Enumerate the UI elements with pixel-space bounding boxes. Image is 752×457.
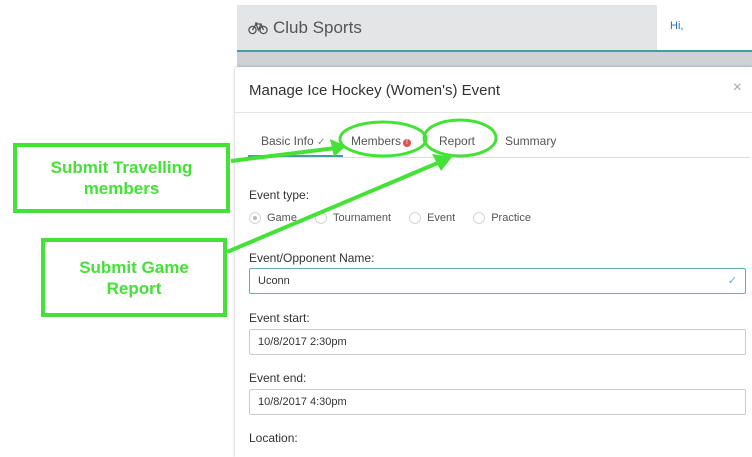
opponent-name-label: Event/Opponent Name: xyxy=(249,251,375,265)
radio-button[interactable] xyxy=(409,212,422,224)
event-type-radio-group: Game Tournament Event Practice xyxy=(249,212,549,224)
valid-check-icon: ✓ xyxy=(727,275,737,287)
app-brand[interactable]: Club Sports xyxy=(248,18,362,38)
close-icon[interactable]: × xyxy=(733,79,742,97)
active-tab-indicator xyxy=(248,155,343,157)
manage-event-modal: Manage Ice Hockey (Women's) Event × Basi… xyxy=(235,67,752,457)
radio-button[interactable] xyxy=(314,212,327,224)
event-tabs: Basic Info ✓ Members! Report Summary xyxy=(248,124,750,158)
location-label: Location: xyxy=(249,431,298,445)
tab-label: Report xyxy=(439,134,476,148)
event-end-label: Event end: xyxy=(249,371,307,385)
event-start-label: Event start: xyxy=(249,311,310,325)
modal-title: Manage Ice Hockey (Women's) Event xyxy=(249,82,501,99)
tab-label: Members xyxy=(351,134,402,148)
bicycle-icon xyxy=(248,22,268,35)
opponent-name-input[interactable]: Uconn ✓ xyxy=(249,268,746,294)
tab-members[interactable]: Members! xyxy=(351,134,412,148)
alert-badge: ! xyxy=(403,139,412,147)
radio-label: Tournament xyxy=(332,212,392,224)
callout-line: Report xyxy=(106,278,162,298)
app-header: Club Sports Hi, xyxy=(237,5,752,52)
radio-button[interactable] xyxy=(249,212,261,224)
radio-button[interactable] xyxy=(473,212,486,224)
user-greeting[interactable]: Hi, xyxy=(670,20,683,32)
tab-summary[interactable]: Summary xyxy=(505,134,556,148)
event-type-label: Event type: xyxy=(249,188,310,202)
radio-option-tournament[interactable]: Tournament xyxy=(314,212,392,224)
radio-option-practice[interactable]: Practice xyxy=(473,212,531,224)
callout-submit-members: Submit Travelling members xyxy=(13,143,230,213)
tab-label: Basic Info xyxy=(261,134,314,148)
user-panel: Hi, xyxy=(657,5,752,50)
check-icon: ✓ xyxy=(317,137,326,148)
radio-option-game[interactable]: Game xyxy=(249,212,297,224)
callout-submit-report: Submit Game Report xyxy=(41,238,227,317)
radio-option-event[interactable]: Event xyxy=(409,212,455,224)
input-value: 10/8/2017 4:30pm xyxy=(258,396,347,408)
modal-divider xyxy=(235,112,752,113)
event-start-input[interactable]: 10/8/2017 2:30pm xyxy=(249,329,746,355)
radio-label: Event xyxy=(427,212,456,224)
callout-line: Submit Travelling xyxy=(50,158,193,177)
tab-report[interactable]: Report xyxy=(439,134,475,148)
callout-line: members xyxy=(83,179,160,198)
event-end-input[interactable]: 10/8/2017 4:30pm xyxy=(249,389,746,415)
tab-basic-info[interactable]: Basic Info ✓ xyxy=(261,134,325,148)
input-value: 10/8/2017 2:30pm xyxy=(258,336,347,348)
radio-label: Practice xyxy=(491,212,531,224)
input-value: Uconn xyxy=(258,275,290,287)
callout-line: Submit Game xyxy=(79,257,189,277)
radio-label: Game xyxy=(267,212,297,224)
tab-label: Summary xyxy=(505,134,557,148)
app-title: Club Sports xyxy=(273,18,362,37)
